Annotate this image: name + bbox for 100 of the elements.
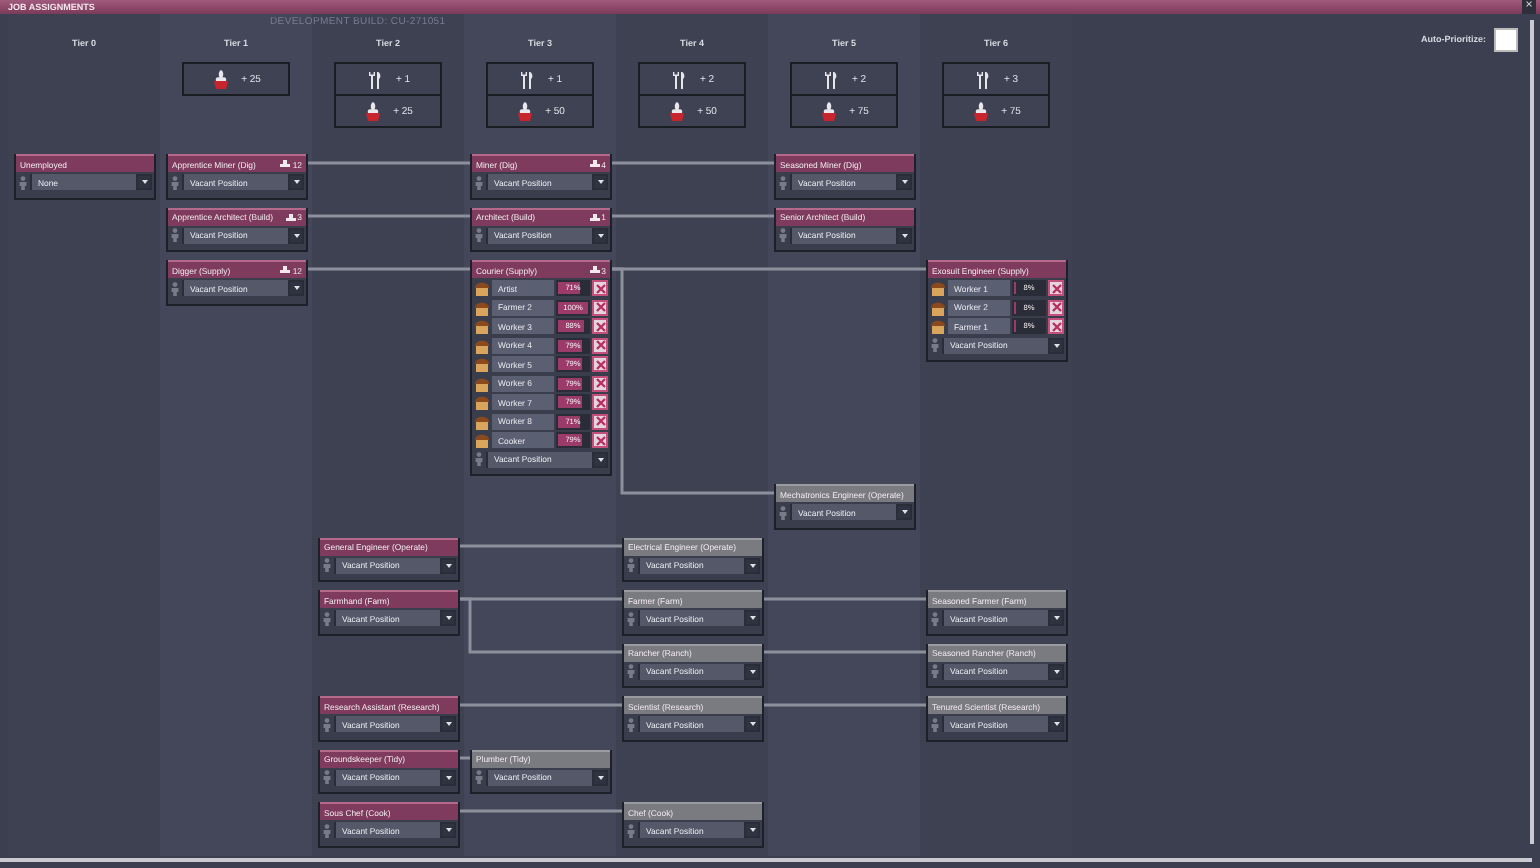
dropdown-button[interactable] <box>744 557 760 574</box>
dropdown-button[interactable] <box>592 174 608 191</box>
dropdown-button[interactable] <box>1048 337 1064 354</box>
dropdown-button[interactable] <box>896 227 912 244</box>
dropdown-button[interactable] <box>440 557 456 574</box>
dropdown-button[interactable] <box>896 504 912 521</box>
person-icon <box>626 611 636 626</box>
remove-button[interactable] <box>1048 318 1064 335</box>
person-icon <box>322 558 332 573</box>
potted-plant-icon <box>667 100 686 122</box>
caret-icon <box>445 616 451 621</box>
dropdown-button[interactable] <box>440 716 456 733</box>
dropdown-button[interactable] <box>1048 610 1064 627</box>
close-icon <box>1051 302 1061 313</box>
dropdown-button[interactable] <box>288 280 304 297</box>
hat-icon <box>589 266 600 274</box>
caret-icon <box>597 457 603 462</box>
caret-icon <box>445 828 451 833</box>
potted-plant-icon <box>211 68 230 90</box>
caret-icon <box>597 233 603 238</box>
dropdown-button[interactable] <box>744 822 760 839</box>
remove-button[interactable] <box>592 394 608 411</box>
remove-button[interactable] <box>592 318 608 335</box>
caret-icon <box>1053 669 1059 674</box>
caret-icon <box>293 233 299 238</box>
tools-icon <box>973 69 992 89</box>
person-icon <box>778 228 788 243</box>
caret-icon <box>293 180 299 185</box>
dropdown-button[interactable] <box>288 174 304 191</box>
dropdown-button[interactable] <box>440 769 456 786</box>
close-icon <box>595 340 605 351</box>
person-icon <box>930 611 940 626</box>
auto-prioritize-checkbox[interactable] <box>1494 28 1518 52</box>
person-icon <box>778 175 788 190</box>
potted-plant-icon <box>515 100 534 122</box>
dropdown-button[interactable] <box>592 769 608 786</box>
remove-button[interactable] <box>1048 280 1064 297</box>
dropdown-button[interactable] <box>592 227 608 244</box>
caret-icon <box>445 563 451 568</box>
caret-icon <box>1053 616 1059 621</box>
caret-icon <box>901 180 907 185</box>
dropdown-button[interactable] <box>288 227 304 244</box>
dropdown-button[interactable] <box>744 663 760 680</box>
remove-button[interactable] <box>1048 299 1064 316</box>
horizontal-scrollbar[interactable] <box>0 858 1532 862</box>
potted-plant-icon <box>819 100 838 122</box>
caret-icon <box>141 180 147 185</box>
close-icon <box>1051 283 1061 294</box>
dropdown-button[interactable] <box>440 822 456 839</box>
person-icon <box>322 717 332 732</box>
person-icon <box>322 611 332 626</box>
person-icon <box>778 505 788 520</box>
close-icon <box>595 321 605 332</box>
caret-icon <box>597 180 603 185</box>
caret-icon <box>1053 343 1059 348</box>
close-icon <box>595 359 605 370</box>
person-icon <box>322 770 332 785</box>
hat-icon <box>280 160 291 168</box>
dropdown-button[interactable] <box>136 174 152 191</box>
remove-button[interactable] <box>592 432 608 449</box>
remove-button[interactable] <box>592 280 608 297</box>
hat-icon <box>589 213 600 221</box>
dropdown-button[interactable] <box>440 610 456 627</box>
caret-icon <box>749 828 755 833</box>
person-icon <box>170 175 180 190</box>
dropdown-button[interactable] <box>744 610 760 627</box>
close-icon <box>595 397 605 408</box>
dropdown-button[interactable] <box>592 451 608 468</box>
potted-plant-icon <box>363 100 382 122</box>
dropdown-button[interactable] <box>896 174 912 191</box>
potted-plant-icon <box>971 100 990 122</box>
dropdown-button[interactable] <box>1048 663 1064 680</box>
caret-icon <box>749 669 755 674</box>
caret-icon <box>597 775 603 780</box>
caret-icon <box>445 722 451 727</box>
caret-icon <box>901 510 907 515</box>
person-icon <box>474 228 484 243</box>
remove-button[interactable] <box>592 337 608 354</box>
close-icon <box>595 283 605 294</box>
person-icon <box>626 717 636 732</box>
person-icon <box>474 175 484 190</box>
caret-icon <box>445 775 451 780</box>
hat-icon <box>589 160 600 168</box>
person-icon <box>18 175 28 190</box>
remove-button[interactable] <box>592 413 608 430</box>
close-icon <box>595 435 605 446</box>
close-icon <box>1051 321 1061 332</box>
tools-icon <box>669 69 688 89</box>
caret-icon <box>749 722 755 727</box>
remove-button[interactable] <box>592 375 608 392</box>
close-icon <box>595 378 605 389</box>
caret-icon <box>901 233 907 238</box>
dropdown-button[interactable] <box>1048 716 1064 733</box>
remove-button[interactable] <box>592 299 608 316</box>
person-icon <box>930 338 940 353</box>
remove-button[interactable] <box>592 356 608 373</box>
caret-icon <box>293 286 299 291</box>
dropdown-button[interactable] <box>744 716 760 733</box>
caret-icon <box>1053 722 1059 727</box>
vertical-scrollbar[interactable] <box>1530 20 1534 844</box>
